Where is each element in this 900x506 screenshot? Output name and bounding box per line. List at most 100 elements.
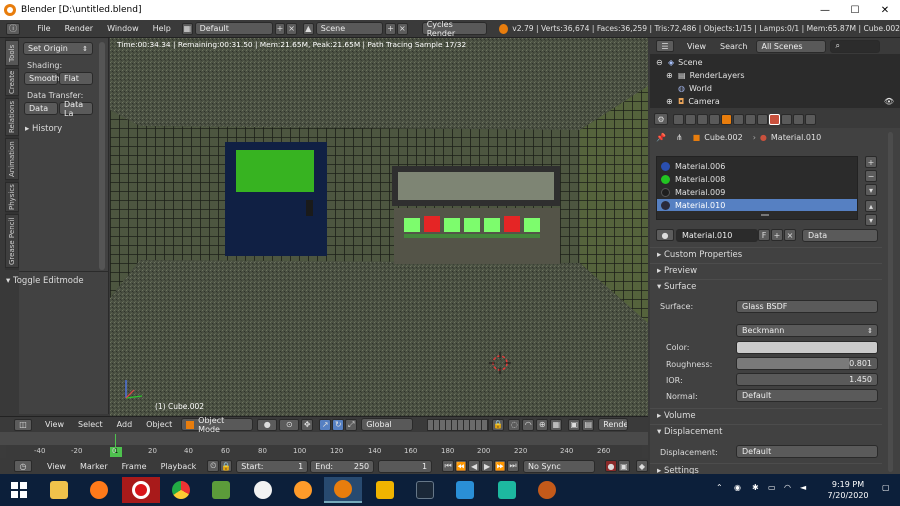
menu-marker[interactable]: Marker <box>73 462 115 471</box>
proportional-edit-icon[interactable]: ◌ <box>508 418 521 431</box>
taskbar-app-teal[interactable] <box>488 477 526 503</box>
move-slot-down-icon[interactable]: ▾ <box>865 214 877 226</box>
outliner-item-scene[interactable]: ⊖ ◈ Scene <box>650 56 886 69</box>
notifications-icon[interactable]: ▢ <box>882 483 890 492</box>
outliner-display-mode-select[interactable]: All Scenes <box>756 39 827 53</box>
keying-set-icon[interactable]: ▣ <box>617 460 630 472</box>
material-slot-row[interactable]: Material.008 <box>657 173 857 185</box>
fake-user-button[interactable]: F <box>758 229 770 241</box>
scale-manipulator-icon[interactable]: ⤢ <box>345 418 358 431</box>
menu-select[interactable]: Select <box>71 420 110 429</box>
editor-type-timeline-icon[interactable]: ◷ <box>14 460 32 472</box>
translate-manipulator-icon[interactable]: ↗ <box>319 418 332 431</box>
tab-physics-icon[interactable] <box>805 113 816 125</box>
shade-smooth-button[interactable]: Smooth <box>24 72 60 85</box>
snap-icon[interactable]: ⊕ <box>536 418 549 431</box>
panel-displacement[interactable]: ▾ Displacement <box>650 424 882 439</box>
minimize-button[interactable]: — <box>810 0 840 20</box>
taskbar-file-explorer[interactable] <box>40 477 78 503</box>
toolshelf-scrollbar[interactable] <box>99 42 105 270</box>
taskbar-clock[interactable]: 9:19 PM 7/20/2020 <box>820 479 876 501</box>
tab-modifiers-icon[interactable] <box>745 113 756 125</box>
tab-constraints-icon[interactable] <box>733 113 744 125</box>
add-scene-icon[interactable]: + <box>385 22 396 35</box>
close-button[interactable]: ✕ <box>870 0 900 20</box>
render-engine-select[interactable]: Cycles Render <box>421 20 488 38</box>
sync-mode-select[interactable]: No Sync <box>523 459 595 473</box>
panel-settings[interactable]: ▸ Settings <box>650 463 882 474</box>
tab-object-icon[interactable] <box>721 113 732 125</box>
play-reverse-icon[interactable]: ◀ <box>468 460 481 472</box>
remove-slot-icon[interactable]: − <box>865 170 877 182</box>
outliner[interactable]: ⊖ ◈ Scene ⊕ ▤ RenderLayers ◍ World ⊕ ◘ C… <box>650 54 900 108</box>
taskbar-opera[interactable] <box>122 477 160 503</box>
taskbar-blender[interactable] <box>324 477 362 503</box>
menu-outliner-view[interactable]: View <box>680 42 713 51</box>
tab-animation[interactable]: Animation <box>5 138 19 180</box>
panel-surface[interactable]: ▾ Surface <box>650 279 882 294</box>
menu-playback[interactable]: Playback <box>154 462 204 471</box>
taskbar-chrome[interactable] <box>162 477 200 503</box>
screen-layout-icon[interactable]: ▦ <box>181 22 193 35</box>
unlink-material-icon[interactable]: × <box>784 229 796 241</box>
taskbar-app-yellow[interactable] <box>366 477 404 503</box>
tab-relations[interactable]: Relations <box>5 98 19 136</box>
taskbar-minecraft[interactable] <box>202 477 240 503</box>
viewport-shading-icon[interactable]: ● <box>257 418 278 431</box>
list-resize-handle[interactable] <box>761 214 769 216</box>
lock-range-icon[interactable]: 🔒 <box>220 460 233 472</box>
taskbar-app-fox[interactable] <box>244 477 282 503</box>
material-slot-row[interactable]: Material.006 <box>657 160 857 172</box>
3d-viewport[interactable]: Time:00:34.34 | Remaining:00:31.50 | Mem… <box>110 38 648 416</box>
browse-material-icon[interactable]: ● <box>656 229 674 241</box>
mode-select[interactable]: Object Mode <box>181 416 254 434</box>
play-icon[interactable]: ▶ <box>481 460 494 472</box>
roughness-slider[interactable]: 0.801 <box>736 357 878 370</box>
tab-texture-icon[interactable] <box>781 113 792 125</box>
insert-keyframe-icon[interactable]: ◆ <box>635 460 648 472</box>
distribution-select[interactable]: Beckmann ⇕ <box>736 324 878 337</box>
jump-start-icon[interactable]: ⏮ <box>442 460 455 472</box>
normal-select[interactable]: Default <box>736 389 878 402</box>
tab-render-icon[interactable] <box>673 113 684 125</box>
preview-range-icon[interactable]: ⏲ <box>207 460 220 472</box>
data-layers-button[interactable]: Data La <box>59 100 93 118</box>
tab-material-icon[interactable] <box>769 113 780 125</box>
menu-render[interactable]: Render <box>58 24 100 33</box>
menu-object[interactable]: Object <box>139 420 179 429</box>
tab-physics[interactable]: Physics <box>5 182 19 212</box>
tab-scene-icon[interactable] <box>697 113 708 125</box>
tab-world-icon[interactable] <box>709 113 720 125</box>
tray-app-icon[interactable]: ◉ <box>734 483 741 492</box>
manipulator-toggle-icon[interactable]: ✥ <box>301 418 314 431</box>
tab-particles-icon[interactable] <box>793 113 804 125</box>
tab-data-icon[interactable] <box>757 113 768 125</box>
editor-type-outliner-icon[interactable]: ☰ <box>656 40 674 52</box>
taskbar-app-orange[interactable] <box>528 477 566 503</box>
opengl-render-icon[interactable]: ▣ <box>568 418 581 431</box>
transform-orientation-select[interactable]: Global <box>361 418 414 431</box>
add-screen-icon[interactable]: + <box>274 22 286 35</box>
editor-type-icon[interactable]: ⓘ <box>6 22 21 35</box>
current-frame-field[interactable]: 1 <box>378 459 433 473</box>
outliner-search-input[interactable]: ⌕ <box>830 39 881 53</box>
editor-type-3d-icon[interactable]: ◫ <box>14 418 32 431</box>
tray-battery-icon[interactable]: ▭ <box>768 483 776 492</box>
maximize-button[interactable]: ☐ <box>840 0 870 20</box>
tab-render-layers-icon[interactable] <box>685 113 696 125</box>
displacement-select[interactable]: Default <box>736 445 878 458</box>
menu-timeline-view[interactable]: View <box>40 462 73 471</box>
pin-icon[interactable]: 📌 <box>656 133 666 142</box>
surface-shader-select[interactable]: Glass BSDF <box>736 300 878 313</box>
menu-help[interactable]: Help <box>146 24 178 33</box>
ior-field[interactable]: 1.450 <box>736 373 878 386</box>
panel-volume[interactable]: ▸ Volume <box>650 408 882 423</box>
material-slot-list[interactable]: Material.006 Material.008 Material.009 M… <box>656 156 858 220</box>
menu-view[interactable]: View <box>38 420 71 429</box>
lock-layers-icon[interactable]: 🔒 <box>492 418 505 431</box>
material-name-field[interactable]: Material.010 <box>676 229 758 242</box>
screen-layout-field[interactable]: Default <box>194 22 273 35</box>
next-keyframe-icon[interactable]: ⏩ <box>494 460 507 472</box>
tab-grease-pencil[interactable]: Grease Pencil <box>5 214 19 268</box>
move-slot-up-icon[interactable]: ▴ <box>865 200 877 212</box>
